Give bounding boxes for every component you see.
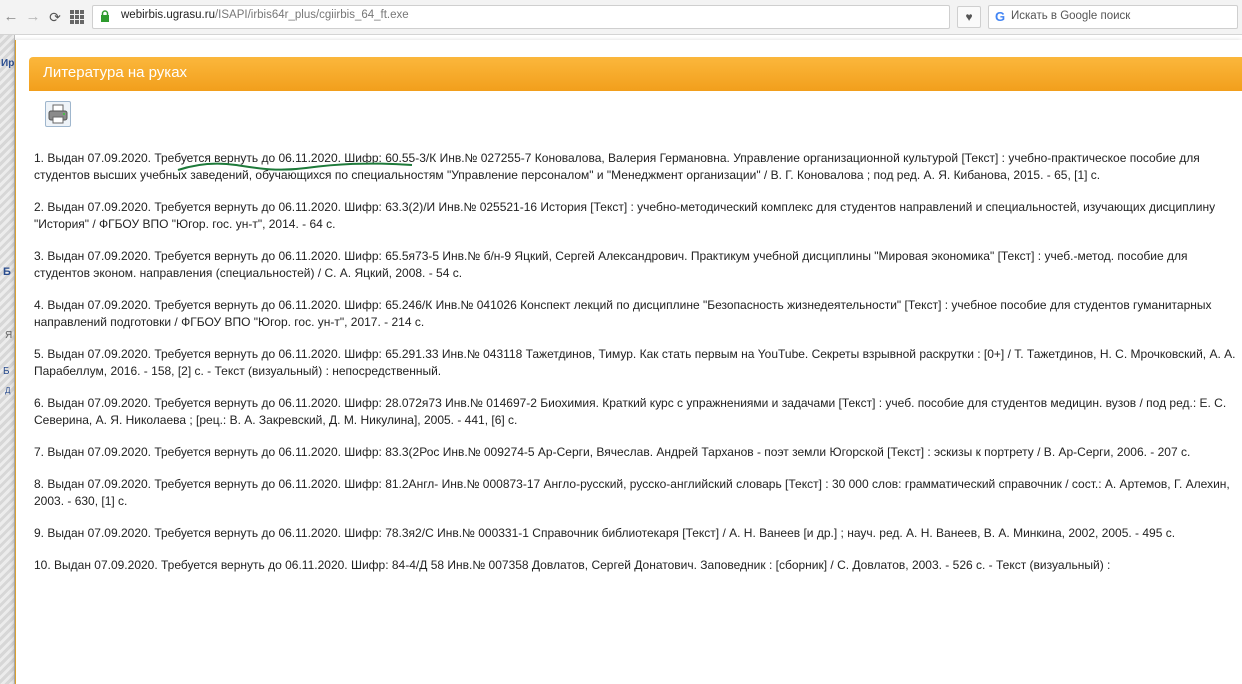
list-item: 2. Выдан 07.09.2020. Требуется вернуть д… [34, 200, 1216, 231]
url-host: webirbis.ugrasu.ru [121, 9, 215, 21]
list-item: 9. Выдан 07.09.2020. Требуется вернуть д… [34, 526, 1176, 540]
heart-icon[interactable]: ♥ [957, 6, 981, 28]
search-input[interactable] [1011, 8, 1231, 24]
url-text[interactable]: webirbis.ugrasu.ru/ISAPI/irbis64r_plus/c… [121, 9, 409, 21]
search-box[interactable]: G [988, 5, 1238, 29]
list-item: 6. Выдан 07.09.2020. Требуется вернуть д… [34, 396, 1227, 427]
popup-header: Литература на руках [29, 57, 1242, 91]
popup-title: Литература на руках [43, 64, 188, 81]
lock-icon [101, 10, 109, 22]
browser-toolbar: ← → ⟳ webirbis.ugrasu.ru/ISAPI/irbis64r_… [0, 0, 1242, 35]
list-item: 4. Выдан 07.09.2020. Требуется вернуть д… [34, 298, 1212, 329]
background-text-fragment: Б [3, 266, 11, 278]
list-item: 7. Выдан 07.09.2020. Требуется вернуть д… [34, 445, 1191, 459]
back-arrow-icon[interactable]: ← [2, 7, 20, 27]
handwritten-underline [177, 162, 413, 171]
background-page [0, 35, 15, 684]
loan-list: 1. Выдан 07.09.2020. Требуется вернуть д… [34, 150, 1240, 589]
print-button[interactable] [45, 101, 71, 127]
list-item: 5. Выдан 07.09.2020. Требуется вернуть д… [34, 347, 1236, 378]
url-path: /ISAPI/irbis64r_plus/cgiirbis_64_ft.exe [214, 9, 409, 21]
background-text-fragment: Ир [1, 58, 15, 69]
list-item: 3. Выдан 07.09.2020. Требуется вернуть д… [34, 249, 1188, 280]
background-text-fragment: Б [3, 366, 10, 377]
reload-icon[interactable]: ⟳ [46, 7, 64, 27]
background-text-fragment: Д [5, 386, 11, 395]
apps-grid-icon[interactable] [70, 10, 84, 24]
forward-arrow-icon[interactable]: → [24, 7, 42, 27]
background-text-fragment: Я [5, 330, 13, 341]
google-icon: G [995, 9, 1006, 24]
address-bar[interactable]: webirbis.ugrasu.ru/ISAPI/irbis64r_plus/c… [92, 5, 950, 29]
list-item: 10. Выдан 07.09.2020. Требуется вернуть … [34, 558, 1111, 572]
printer-icon [48, 104, 68, 124]
list-item: 8. Выдан 07.09.2020. Требуется вернуть д… [34, 477, 1230, 508]
